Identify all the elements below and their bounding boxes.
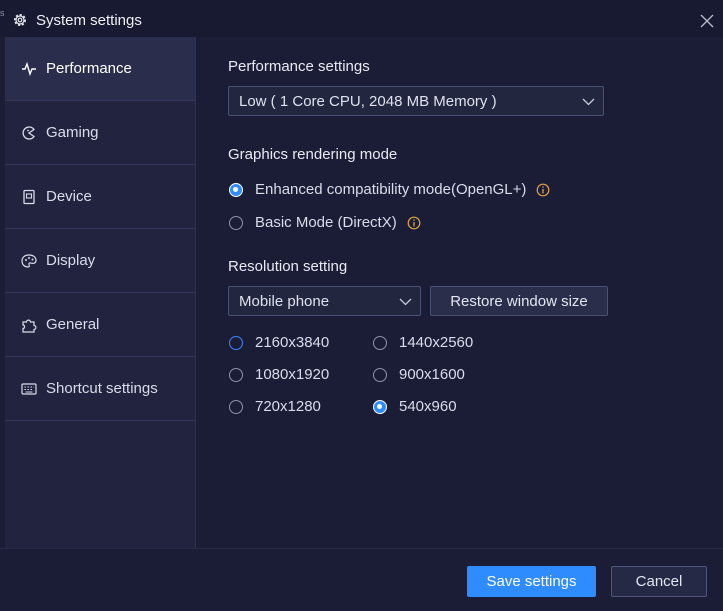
device-type-select[interactable]: Mobile phone [228,286,421,316]
radio-resolution-900x1600[interactable]: 900x1600 [373,366,465,383]
settings-content: Performance settings Low ( 1 Core CPU, 2… [196,37,723,548]
radio-label: 900x1600 [399,366,465,383]
chevron-down-icon [582,98,595,106]
sidebar-item-device[interactable]: Device [5,165,195,229]
close-icon[interactable] [700,14,714,28]
cancel-button[interactable]: Cancel [611,566,707,597]
title-bar: s System settings [0,0,723,37]
puzzle-icon [22,319,37,333]
sidebar-item-label: Gaming [46,124,99,141]
radio-button[interactable] [229,215,243,230]
performance-select[interactable]: Low ( 1 Core CPU, 2048 MB Memory ) [228,86,604,116]
sidebar-item-label: Performance [46,60,132,77]
radio-label: 1080x1920 [255,366,330,383]
radio-button[interactable] [229,367,243,382]
restore-window-size-button[interactable]: Restore window size [430,286,608,316]
gear-icon [14,14,26,26]
radio-label: 2160x3840 [255,334,330,351]
device-icon [23,189,35,204]
resolution-setting-title: Resolution setting [228,258,348,275]
gaming-icon [22,125,35,140]
radio-resolution-720x1280[interactable]: 720x1280 [229,398,321,415]
save-settings-button[interactable]: Save settings [467,566,596,597]
sidebar-item-gaming[interactable]: Gaming [5,101,195,165]
performance-select-value: Low ( 1 Core CPU, 2048 MB Memory ) [239,93,497,110]
radio-resolution-1440x2560[interactable]: 1440x2560 [373,334,473,351]
pulse-icon [22,61,36,76]
radio-enhanced-compatibility[interactable]: Enhanced compatibility mode(OpenGL+) [229,181,550,198]
performance-settings-title: Performance settings [228,58,370,75]
sidebar: Performance Gaming Device Display Genera… [5,37,196,548]
radio-button[interactable] [229,399,243,414]
radio-label: 540x960 [399,398,457,415]
radio-button[interactable] [229,182,243,197]
sidebar-item-label: Display [46,252,96,269]
sidebar-item-general[interactable]: General [5,293,195,357]
radio-resolution-2160x3840[interactable]: 2160x3840 [229,334,329,351]
sidebar-item-label: Device [46,188,92,205]
dialog-footer: Save settings Cancel [0,548,723,611]
radio-resolution-540x960[interactable]: 540x960 [373,398,457,415]
info-icon[interactable] [536,183,550,197]
radio-label: Enhanced compatibility mode(OpenGL+) [255,181,527,198]
radio-label: 720x1280 [255,398,321,415]
radio-basic-mode[interactable]: Basic Mode (DirectX) [229,214,421,231]
info-icon[interactable] [407,216,421,230]
device-type-select-value: Mobile phone [239,293,330,310]
window-title: System settings [36,12,142,29]
radio-button[interactable] [229,335,243,350]
radio-button[interactable] [373,335,387,350]
radio-label: 1440x2560 [399,334,474,351]
sidebar-item-label: General [46,316,100,333]
radio-button[interactable] [373,399,387,414]
keyboard-icon [21,382,37,395]
display-palette-icon [21,253,37,268]
radio-label: Basic Mode (DirectX) [255,214,397,231]
sidebar-item-display[interactable]: Display [5,229,195,293]
radio-resolution-1080x1920[interactable]: 1080x1920 [229,366,329,383]
sidebar-item-label: Shortcut settings [46,380,158,397]
radio-button[interactable] [373,367,387,382]
sidebar-item-performance[interactable]: Performance [5,37,195,101]
chevron-down-icon [399,298,412,306]
edge-mark: s [0,8,5,18]
graphics-rendering-title: Graphics rendering mode [228,146,398,163]
sidebar-item-shortcut-settings[interactable]: Shortcut settings [5,357,195,421]
